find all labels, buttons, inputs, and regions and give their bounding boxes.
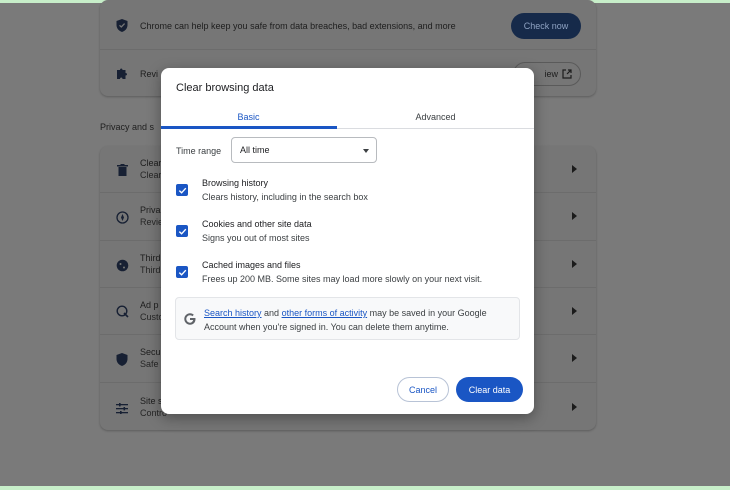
- option-browsing-history[interactable]: Browsing history Clears history, includi…: [175, 177, 520, 207]
- notice-text: and: [261, 308, 282, 318]
- safety-check-description: Chrome can help keep you safe from data …: [140, 21, 456, 31]
- privacy-row-5-text[interactable]: Secu Safe: [140, 346, 161, 370]
- trash-icon: [114, 162, 130, 178]
- other-activity-link[interactable]: other forms of activity: [282, 308, 368, 318]
- checkbox-browsing-history[interactable]: [176, 184, 188, 196]
- review-label: iew: [544, 69, 558, 79]
- chevron-right-icon[interactable]: [572, 260, 577, 268]
- checkbox-cookies[interactable]: [176, 225, 188, 237]
- open-external-icon: [562, 69, 572, 79]
- option-subtitle: Frees up 200 MB. Some sites may load mor…: [202, 274, 483, 284]
- checkbox-cached-images[interactable]: [176, 266, 188, 278]
- time-range-value: All time: [240, 145, 270, 155]
- dropdown-caret-icon: [363, 149, 369, 153]
- privacy-row-1-text[interactable]: Clear Clear: [140, 157, 162, 181]
- option-cached-images[interactable]: Cached images and files Frees up 200 MB.…: [175, 259, 520, 289]
- privacy-section-heading: Privacy and s: [100, 122, 155, 132]
- check-now-button[interactable]: Check now: [511, 13, 581, 39]
- option-subtitle: Signs you out of most sites: [202, 233, 310, 243]
- option-title: Cached images and files: [202, 260, 301, 270]
- chevron-right-icon[interactable]: [572, 307, 577, 315]
- divider: [100, 49, 596, 50]
- tune-icon: [114, 400, 130, 416]
- checkmark-icon: [178, 187, 186, 194]
- checkmark-icon: [178, 269, 186, 276]
- chevron-right-icon[interactable]: [572, 165, 577, 173]
- puzzle-icon: [114, 65, 130, 81]
- option-title: Cookies and other site data: [202, 219, 312, 229]
- ad-privacy-icon: [114, 303, 130, 319]
- privacy-row-4-text[interactable]: Ad p Custo: [140, 299, 164, 323]
- dialog-title: Clear browsing data: [176, 82, 274, 94]
- time-range-select[interactable]: All time: [231, 137, 377, 163]
- window-bottom-border: [0, 486, 730, 490]
- shield-check-icon: [114, 17, 130, 33]
- privacy-guide-icon: [114, 209, 130, 225]
- option-title: Browsing history: [202, 178, 269, 188]
- privacy-row-2-text[interactable]: Priva Revie: [140, 204, 163, 228]
- review-extensions-text: Revi: [140, 69, 159, 79]
- shield-icon: [114, 351, 130, 367]
- active-tab-indicator: [161, 126, 337, 129]
- clear-browsing-data-dialog: Clear browsing data Basic Advanced Time …: [161, 68, 534, 414]
- chevron-right-icon[interactable]: [572, 403, 577, 411]
- cookie-icon: [114, 257, 130, 273]
- time-range-label: Time range: [176, 146, 222, 156]
- notice-text: may be saved in your Google: [367, 308, 487, 318]
- cancel-button[interactable]: Cancel: [397, 377, 449, 402]
- chevron-right-icon[interactable]: [572, 354, 577, 362]
- checkmark-icon: [178, 228, 186, 235]
- chevron-right-icon[interactable]: [572, 212, 577, 220]
- google-account-notice: Search history and other forms of activi…: [175, 297, 520, 340]
- search-history-link[interactable]: Search history: [204, 308, 262, 318]
- tab-advanced[interactable]: Advanced: [348, 104, 523, 129]
- privacy-row-3-text[interactable]: Third Third: [140, 252, 161, 276]
- notice-line-1: Search history and other forms of activi…: [204, 307, 487, 319]
- google-g-icon: [184, 313, 196, 325]
- clear-data-button[interactable]: Clear data: [456, 377, 523, 402]
- option-subtitle: Clears history, including in the search …: [202, 192, 368, 202]
- option-cookies[interactable]: Cookies and other site data Signs you ou…: [175, 218, 520, 248]
- notice-line-2: Account when you're signed in. You can d…: [204, 322, 449, 332]
